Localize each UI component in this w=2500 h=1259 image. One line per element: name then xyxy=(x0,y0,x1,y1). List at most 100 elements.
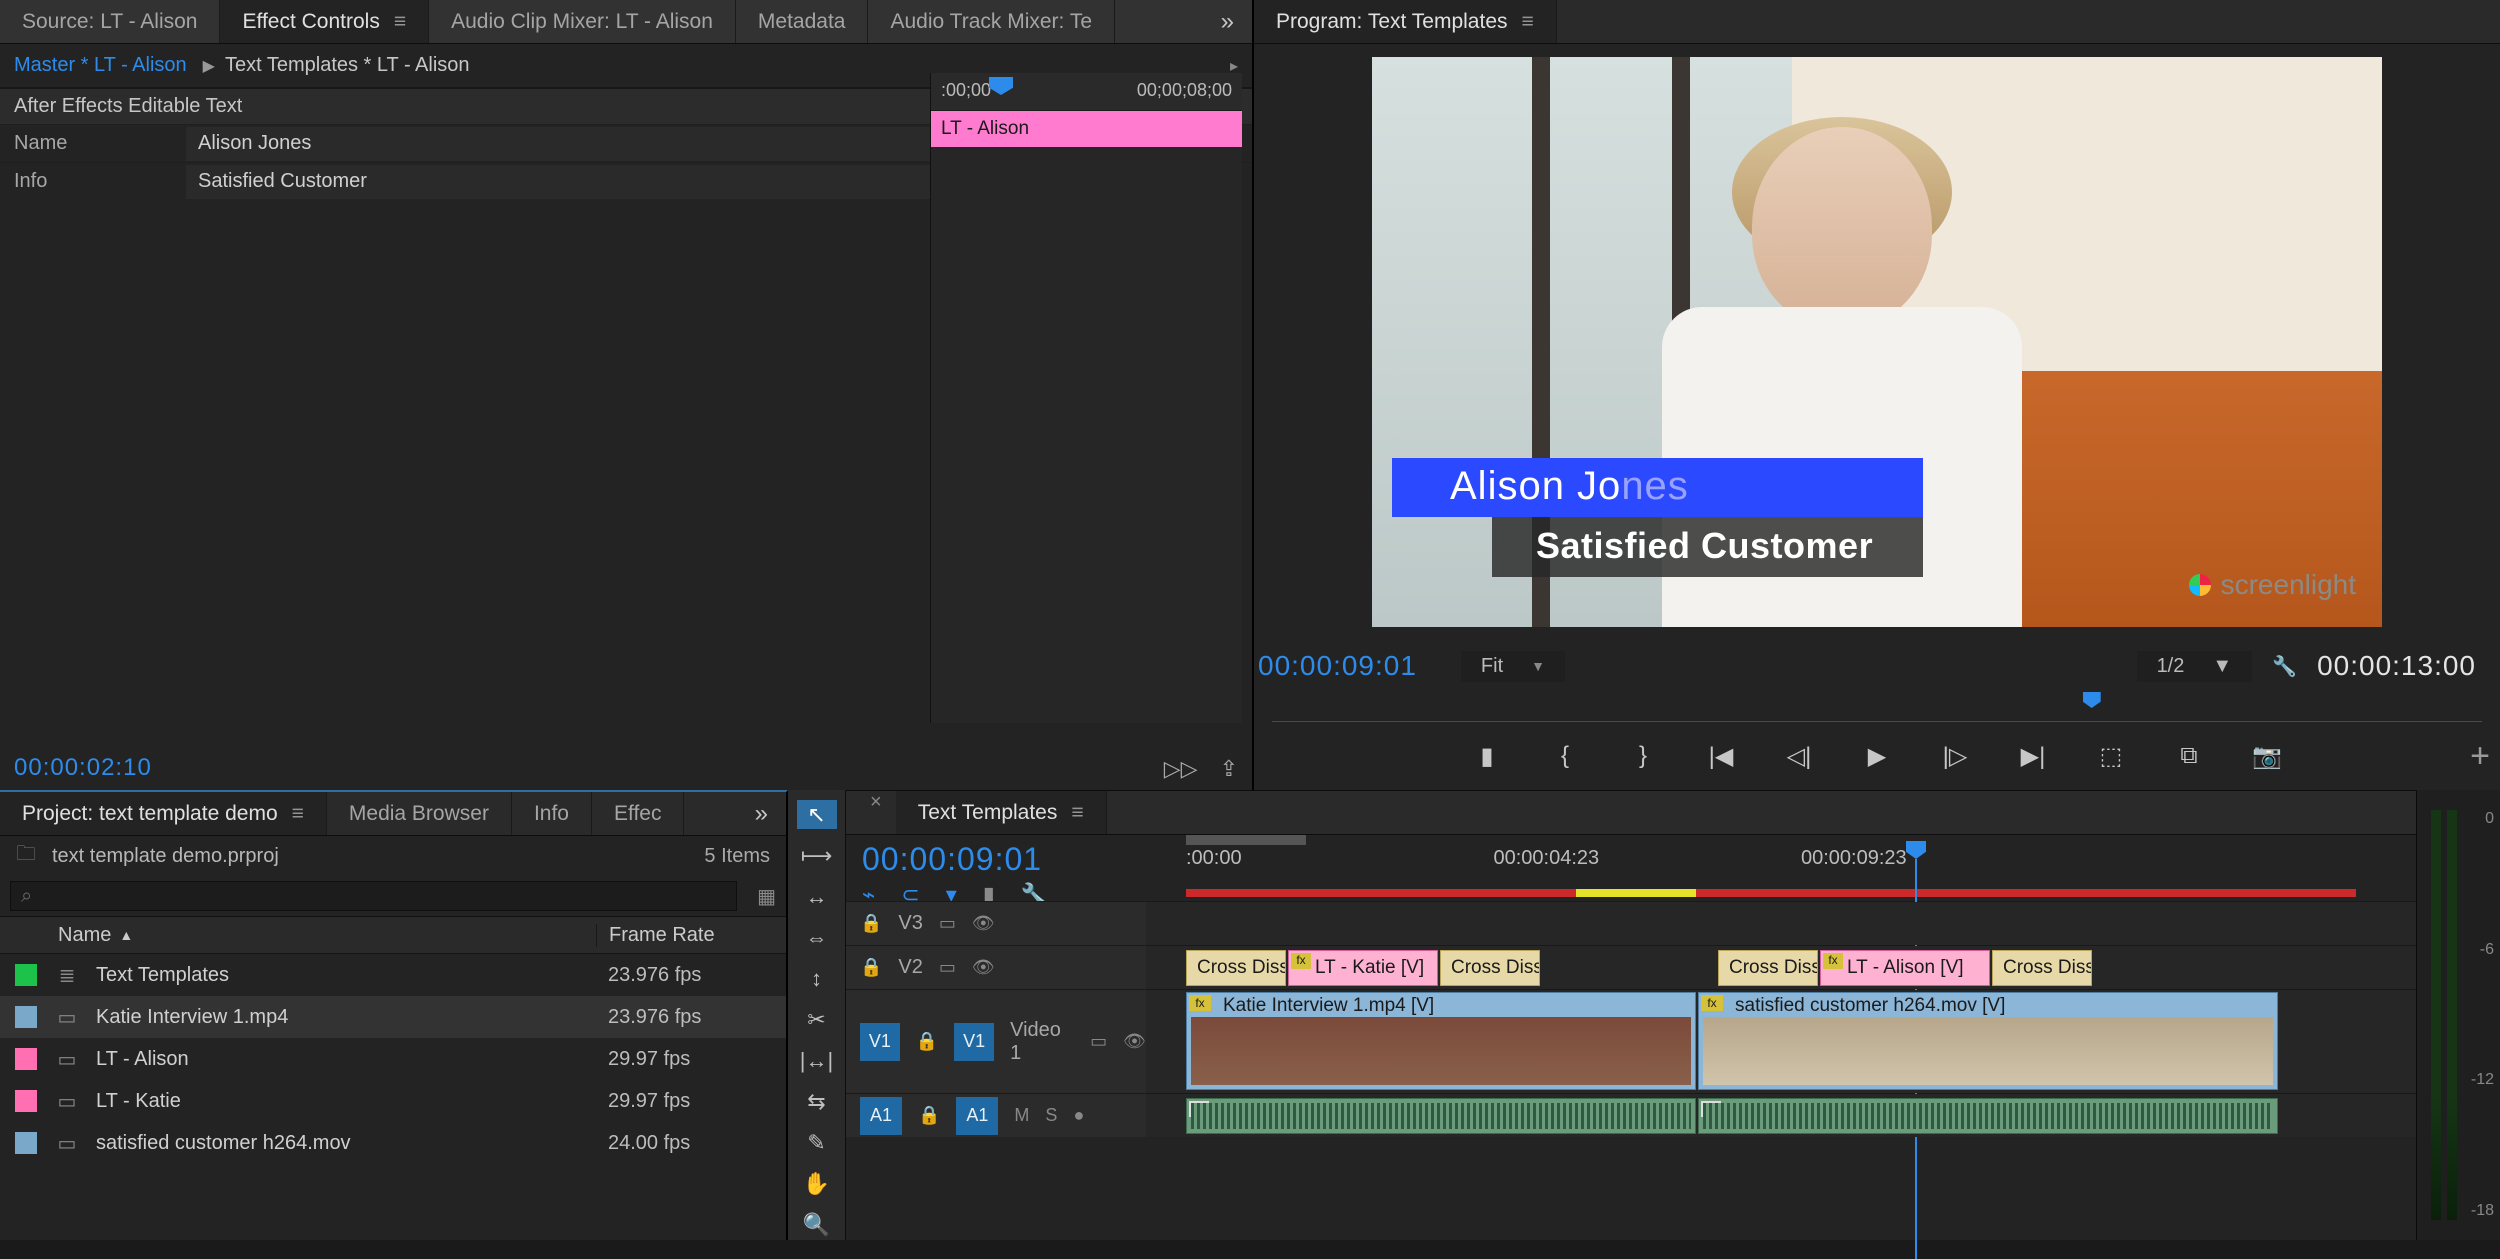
target-track-a1[interactable]: A1 xyxy=(956,1097,998,1135)
rolling-edit-tool-icon[interactable]: ⇔ xyxy=(797,923,837,952)
clip-transition[interactable]: Cross Diss xyxy=(1440,950,1540,986)
step-back-icon[interactable]: ◁| xyxy=(1782,742,1816,771)
toggle-output-icon[interactable]: ▭ xyxy=(939,913,956,934)
button-editor-plus-icon[interactable]: + xyxy=(2470,737,2490,776)
program-ruler-playhead-icon[interactable] xyxy=(2083,692,2101,708)
slip-tool-icon[interactable]: |↔| xyxy=(797,1047,837,1076)
export-frame-icon[interactable]: ⇪ xyxy=(1220,756,1238,782)
clip-lt-alison[interactable]: fxLT - Alison [V] xyxy=(1820,950,1990,986)
lift-icon[interactable]: ⬚ xyxy=(2094,742,2128,771)
label-chip[interactable] xyxy=(15,1090,37,1112)
clip-satisfied-customer[interactable]: fx satisfied customer h264.mov [V] xyxy=(1698,992,2278,1090)
clip-transition[interactable]: Cross Diss xyxy=(1186,950,1286,986)
effect-controls-timecode[interactable]: 00:00:02:10 xyxy=(14,754,152,782)
label-chip[interactable] xyxy=(15,1048,37,1070)
slide-tool-icon[interactable]: ⇆ xyxy=(797,1088,837,1117)
tab-program[interactable]: Program: Text Templates xyxy=(1254,0,1557,43)
label-chip[interactable] xyxy=(15,964,37,986)
eye-icon[interactable]: 👁 xyxy=(972,913,995,934)
tab-media-browser[interactable]: Media Browser xyxy=(327,792,512,835)
settings-wrench-icon[interactable]: 🔧 xyxy=(2272,654,2297,679)
mark-out-icon[interactable]: } xyxy=(1626,742,1660,770)
tab-sequence[interactable]: Text Templates xyxy=(896,791,1107,834)
project-panel-menu-icon[interactable] xyxy=(292,802,304,826)
go-to-in-icon[interactable]: |◀ xyxy=(1704,742,1738,771)
razor-tool-icon[interactable]: ✂ xyxy=(797,1005,837,1034)
loop-playback-icon[interactable]: ▷▷ xyxy=(1164,756,1198,782)
label-chip[interactable] xyxy=(15,1006,37,1028)
zoom-tool-icon[interactable]: 🔍 xyxy=(797,1211,837,1240)
mute-toggle[interactable]: M xyxy=(1014,1105,1029,1126)
program-monitor-canvas[interactable]: Alison Jones Satisfied Customer screenli… xyxy=(1372,57,2382,627)
clip-audio-katie[interactable]: fx xyxy=(1186,1098,1696,1134)
mark-in-icon[interactable]: { xyxy=(1548,742,1582,770)
project-item[interactable]: ▭ LT - Katie 29.97 fps xyxy=(0,1080,786,1122)
resolution-dropdown[interactable]: 1/2▼ xyxy=(2137,651,2253,682)
project-item[interactable]: ▭ LT - Alison 29.97 fps xyxy=(0,1038,786,1080)
label-chip[interactable] xyxy=(15,1132,37,1154)
clip-transition[interactable]: Cross Diss xyxy=(1718,950,1818,986)
selection-tool-icon[interactable]: ↖ xyxy=(797,800,837,829)
target-track-v1[interactable]: V1 xyxy=(954,1023,994,1061)
rate-stretch-tool-icon[interactable]: ↕ xyxy=(797,964,837,993)
panel-menu-icon[interactable] xyxy=(394,10,406,34)
col-frame-rate-header[interactable]: Frame Rate xyxy=(596,924,786,947)
eye-icon[interactable]: 👁 xyxy=(1123,1031,1146,1052)
timeline-current-timecode[interactable]: 00:00:09:01 xyxy=(846,835,1146,878)
ripple-edit-tool-icon[interactable]: ↔ xyxy=(797,882,837,911)
effect-controls-mini-timeline[interactable]: :00;00 00;00;08;00 LT - Alison xyxy=(930,73,1242,723)
voiceover-record-icon[interactable]: ● xyxy=(1073,1105,1084,1126)
source-patch-v1[interactable]: V1 xyxy=(860,1023,900,1061)
mini-playhead-icon[interactable] xyxy=(989,77,1013,95)
clip-katie-interview[interactable]: fx Katie Interview 1.mp4 [V] xyxy=(1186,992,1696,1090)
lock-icon[interactable]: 🔒 xyxy=(916,1031,938,1052)
clip-audio-customer[interactable]: fx xyxy=(1698,1098,2278,1134)
project-tabs-overflow-icon[interactable]: » xyxy=(737,792,786,835)
toggle-output-icon[interactable]: ▭ xyxy=(1090,1031,1107,1052)
solo-toggle[interactable]: S xyxy=(1045,1105,1057,1126)
col-name-header[interactable]: Name▲ xyxy=(52,924,596,947)
project-item[interactable]: ▭ Katie Interview 1.mp4 23.976 fps xyxy=(0,996,786,1038)
program-current-timecode[interactable]: 00:00:09:01 xyxy=(1258,650,1417,682)
timeline-ruler[interactable]: :00:00 00:00:04:23 00:00:09:23 xyxy=(1146,835,2416,901)
tab-effect-controls[interactable]: Effect Controls xyxy=(220,0,429,43)
mini-clip-bar[interactable]: LT - Alison xyxy=(931,111,1242,147)
tab-source[interactable]: Source: LT - Alison xyxy=(0,0,220,43)
project-search-input[interactable]: ⌕ xyxy=(10,881,737,911)
play-icon[interactable]: ▶ xyxy=(1860,742,1894,771)
toggle-output-icon[interactable]: ▭ xyxy=(939,957,956,978)
extract-icon[interactable]: ⧉ xyxy=(2172,742,2206,770)
program-mini-ruler[interactable] xyxy=(1272,692,2482,722)
pen-tool-icon[interactable]: ✎ xyxy=(797,1129,837,1158)
master-clip-link[interactable]: Master * LT - Alison xyxy=(14,54,187,77)
tab-metadata[interactable]: Metadata xyxy=(736,0,869,43)
lock-icon[interactable]: 🔒 xyxy=(860,913,882,934)
track-select-forward-tool-icon[interactable]: ⟼ xyxy=(797,841,837,870)
go-to-out-icon[interactable]: ▶| xyxy=(2016,742,2050,771)
project-item[interactable]: ▭ satisfied customer h264.mov 24.00 fps xyxy=(0,1122,786,1164)
step-forward-icon[interactable]: |▷ xyxy=(1938,742,1972,771)
add-marker-icon[interactable]: ▮ xyxy=(1470,742,1504,771)
source-patch-a1[interactable]: A1 xyxy=(860,1097,902,1135)
tab-effects[interactable]: Effec xyxy=(592,792,684,835)
work-area-bar[interactable] xyxy=(1186,835,1306,845)
project-item[interactable]: ≣ Text Templates 23.976 fps xyxy=(0,954,786,996)
project-view-toggle-icon[interactable]: ▦ xyxy=(757,884,776,909)
tabs-overflow-chevrons-icon[interactable]: » xyxy=(1203,0,1252,43)
close-sequence-icon[interactable]: × xyxy=(856,791,896,834)
lock-icon[interactable]: 🔒 xyxy=(918,1105,940,1126)
sequence-panel-menu-icon[interactable] xyxy=(1071,801,1083,825)
clip-transition[interactable]: Cross Diss xyxy=(1992,950,2092,986)
eye-icon[interactable]: 👁 xyxy=(972,957,995,978)
lock-icon[interactable]: 🔒 xyxy=(860,957,882,978)
hand-tool-icon[interactable]: ✋ xyxy=(797,1170,837,1199)
export-frame-camera-icon[interactable]: 📷 xyxy=(2250,742,2284,771)
tab-project[interactable]: Project: text template demo xyxy=(0,792,327,835)
zoom-fit-dropdown[interactable]: Fit▼ xyxy=(1461,651,1565,682)
program-panel-menu-icon[interactable] xyxy=(1522,10,1534,34)
clip-lt-katie[interactable]: fxLT - Katie [V] xyxy=(1288,950,1438,986)
dropdown-triangle-icon[interactable]: ▶ xyxy=(203,56,215,76)
tab-info[interactable]: Info xyxy=(512,792,592,835)
tab-audio-clip-mixer[interactable]: Audio Clip Mixer: LT - Alison xyxy=(429,0,736,43)
tab-audio-track-mixer[interactable]: Audio Track Mixer: Te xyxy=(868,0,1115,43)
